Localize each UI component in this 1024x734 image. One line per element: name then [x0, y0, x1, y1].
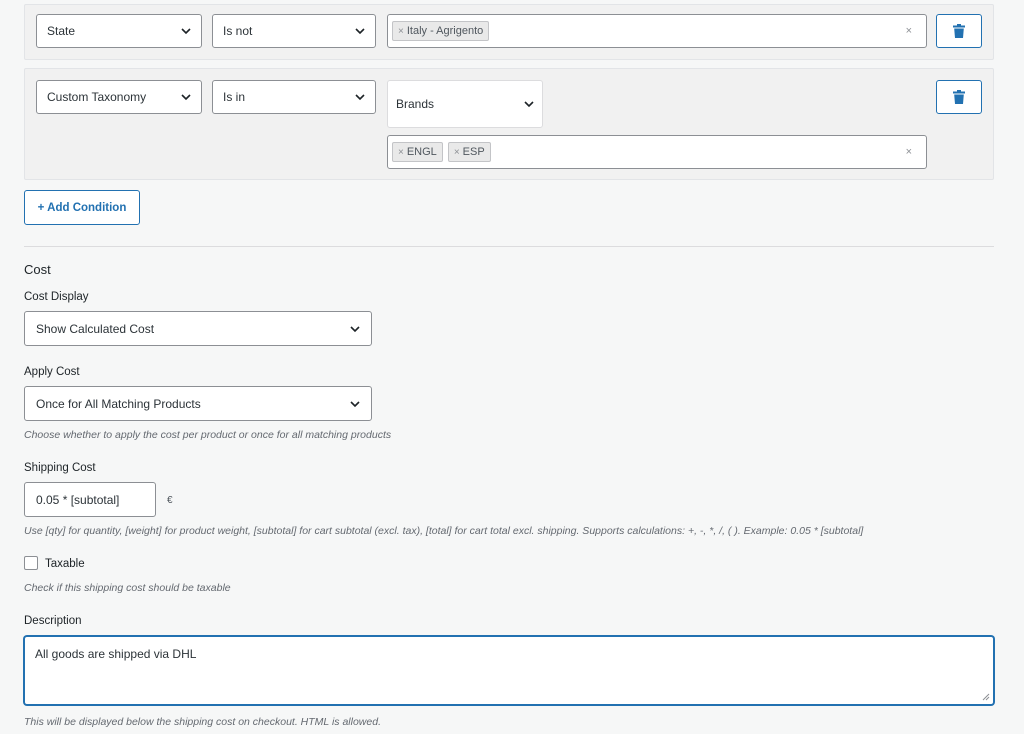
- chevron-down-icon: [355, 28, 365, 35]
- apply-cost-help: Choose whether to apply the cost per pro…: [24, 429, 392, 441]
- apply-cost-value: Once for All Matching Products: [36, 396, 201, 411]
- value-chip[interactable]: × ENGL: [392, 142, 443, 162]
- trash-icon: [953, 24, 965, 38]
- taxable-checkbox[interactable]: [24, 556, 38, 570]
- chevron-down-icon: [181, 28, 191, 35]
- chip-remove-icon[interactable]: ×: [454, 147, 460, 158]
- cost-display-label: Cost Display: [24, 291, 89, 303]
- cost-heading: Cost: [24, 262, 51, 277]
- description-help: This will be displayed below the shippin…: [24, 716, 381, 728]
- condition-2-values-multiselect[interactable]: × ENGL × ESP ×: [387, 135, 927, 169]
- delete-condition-2-button[interactable]: [936, 80, 982, 114]
- condition-1-operator-value: Is not: [223, 24, 253, 38]
- section-divider: [24, 246, 994, 247]
- taxable-label[interactable]: Taxable: [45, 558, 85, 570]
- trash-icon: [953, 90, 965, 104]
- shipping-cost-input[interactable]: 0.05 * [subtotal]: [24, 482, 156, 517]
- condition-2-operator-select[interactable]: Is in: [212, 80, 376, 114]
- add-condition-button[interactable]: + Add Condition: [24, 190, 140, 225]
- chevron-down-icon: [350, 400, 360, 407]
- chevron-down-icon: [355, 94, 365, 101]
- cost-display-select[interactable]: Show Calculated Cost: [24, 311, 372, 346]
- shipping-cost-label: Shipping Cost: [24, 462, 96, 474]
- chevron-down-icon: [524, 101, 534, 108]
- chip-label: ESP: [462, 146, 485, 158]
- description-value: All goods are shipped via DHL: [35, 647, 197, 661]
- resize-handle-icon[interactable]: [982, 693, 990, 701]
- chevron-down-icon: [181, 94, 191, 101]
- condition-2-field-select[interactable]: Custom Taxonomy: [36, 80, 202, 114]
- chip-label: Italy - Agrigento: [406, 25, 484, 37]
- apply-cost-label: Apply Cost: [24, 366, 80, 378]
- currency-symbol: €: [167, 495, 173, 506]
- chip-remove-icon[interactable]: ×: [398, 26, 404, 37]
- condition-2-taxonomy-select[interactable]: Brands: [387, 80, 543, 128]
- shipping-cost-help: Use [qty] for quantity, [weight] for pro…: [24, 525, 864, 537]
- chip-label: ENGL: [406, 146, 437, 158]
- description-textarea[interactable]: All goods are shipped via DHL: [24, 636, 994, 705]
- condition-2-field-value: Custom Taxonomy: [47, 90, 147, 104]
- condition-1-values-multiselect[interactable]: × Italy - Agrigento ×: [387, 14, 927, 48]
- value-chip[interactable]: × Italy - Agrigento: [392, 21, 490, 41]
- chevron-down-icon: [350, 325, 360, 332]
- description-label: Description: [24, 615, 82, 627]
- value-chip[interactable]: × ESP: [447, 142, 491, 162]
- apply-cost-select[interactable]: Once for All Matching Products: [24, 386, 372, 421]
- clear-icon[interactable]: ×: [906, 25, 912, 37]
- clear-icon[interactable]: ×: [906, 146, 912, 158]
- condition-2-operator-value: Is in: [223, 90, 246, 104]
- condition-1-operator-select[interactable]: Is not: [212, 14, 376, 48]
- cost-display-value: Show Calculated Cost: [36, 321, 155, 336]
- delete-condition-1-button[interactable]: [936, 14, 982, 48]
- condition-1-field-select[interactable]: State: [36, 14, 202, 48]
- taxable-help: Check if this shipping cost should be ta…: [24, 582, 231, 594]
- chip-remove-icon[interactable]: ×: [398, 147, 404, 158]
- condition-2-taxonomy-value: Brands: [396, 97, 435, 111]
- condition-1-field-value: State: [47, 24, 76, 38]
